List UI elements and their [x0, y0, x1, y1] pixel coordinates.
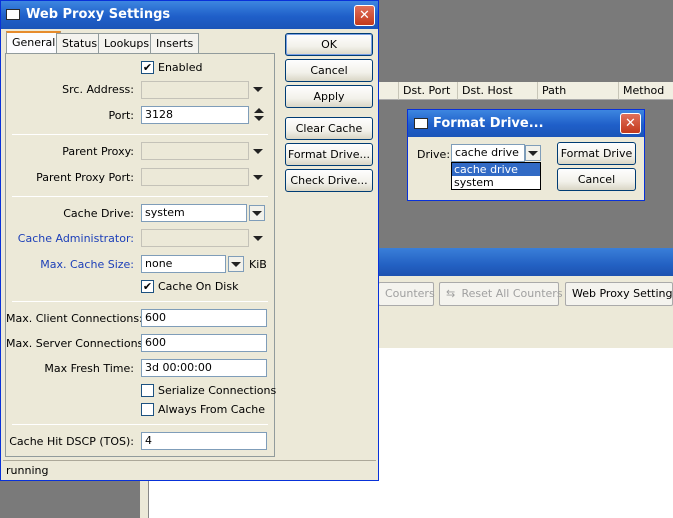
web-proxy-settings-window: Web Proxy Settings ✕ General Status Look…: [0, 0, 379, 481]
max-fresh-time-label: Max Fresh Time:: [44, 362, 134, 375]
cache-drive-select[interactable]: system: [141, 204, 247, 222]
format-drive-button[interactable]: Format Drive...: [285, 143, 373, 166]
tab-lookups[interactable]: Lookups: [98, 33, 156, 53]
cache-administrator-label[interactable]: Cache Administrator:: [6, 232, 134, 245]
max-fresh-time-field[interactable]: 3d 00:00:00: [141, 359, 267, 377]
settings-window-title: Web Proxy Settings: [26, 7, 171, 22]
port-label: Port:: [108, 109, 134, 122]
settings-title-bar[interactable]: Web Proxy Settings ✕: [1, 1, 378, 29]
enabled-checkbox[interactable]: ✔: [141, 61, 154, 74]
max-client-connections-label: Max. Client Connections:: [6, 312, 143, 325]
reset-icon: ⇆: [446, 287, 456, 300]
format-cancel-button[interactable]: Cancel: [557, 168, 636, 191]
src-address-label: Src. Address:: [62, 83, 134, 96]
serialize-connections-checkbox[interactable]: [141, 384, 154, 397]
kib-unit-label: KiB: [249, 258, 267, 271]
chevron-down-icon[interactable]: [253, 175, 263, 180]
drive-option-cache-drive[interactable]: cache drive: [452, 163, 540, 176]
apply-button[interactable]: Apply: [285, 85, 373, 108]
always-from-cache-label: Always From Cache: [158, 403, 266, 416]
column-header-path[interactable]: Path: [538, 82, 619, 100]
cache-hit-dscp-field[interactable]: 4: [141, 432, 267, 450]
chevron-down-icon[interactable]: [228, 256, 244, 272]
divider: [12, 301, 268, 302]
cache-hit-dscp-label: Cache Hit DSCP (TOS):: [9, 435, 134, 448]
status-text: running: [6, 464, 49, 477]
cache-on-disk-checkbox[interactable]: ✔: [141, 280, 154, 293]
port-spinner-icon[interactable]: [253, 106, 265, 124]
parent-proxy-label: Parent Proxy:: [62, 145, 134, 158]
format-drive-dialog: Format Drive... ✕ Drive: cache drive cac…: [407, 109, 645, 201]
chevron-down-icon[interactable]: [249, 205, 265, 221]
parent-proxy-field[interactable]: [141, 142, 249, 160]
cache-administrator-field[interactable]: [141, 229, 249, 247]
reset-counters-button[interactable]: Counters: [378, 282, 435, 306]
divider: [12, 196, 268, 197]
max-server-connections-label: Max. Server Connections:: [6, 337, 147, 350]
cancel-button[interactable]: Cancel: [285, 59, 373, 82]
column-header-dst-port[interactable]: Dst. Port: [399, 82, 458, 100]
column-header-dst-host[interactable]: Dst. Host: [458, 82, 538, 100]
port-field[interactable]: 3128: [141, 106, 249, 124]
max-cache-size-select[interactable]: none: [141, 255, 226, 273]
serialize-connections-label: Serialize Connections: [158, 384, 277, 397]
divider: [12, 134, 268, 135]
drive-label: Drive:: [417, 148, 451, 161]
tab-status[interactable]: Status: [56, 33, 104, 53]
web-proxy-settings-button[interactable]: Web Proxy Settings: [565, 282, 673, 306]
src-address-field[interactable]: [141, 81, 249, 99]
general-tab-panel: ✔ Enabled Src. Address: Port: 3128 Paren…: [5, 53, 277, 457]
format-drive-confirm-button[interactable]: Format Drive: [557, 142, 636, 165]
close-icon[interactable]: ✕: [620, 113, 641, 134]
drive-options-list: cache drive system: [451, 162, 541, 190]
format-dialog-title-bar[interactable]: Format Drive... ✕: [408, 110, 644, 137]
enabled-label: Enabled: [158, 61, 203, 74]
check-drive-button[interactable]: Check Drive...: [285, 169, 373, 192]
format-dialog-title: Format Drive...: [433, 116, 544, 131]
tab-inserts[interactable]: Inserts: [150, 33, 200, 53]
clear-cache-button[interactable]: Clear Cache: [285, 117, 373, 140]
cache-on-disk-label: Cache On Disk: [158, 280, 239, 293]
chevron-down-icon[interactable]: [253, 87, 263, 92]
column-header-method[interactable]: Method: [619, 82, 673, 100]
max-cache-size-label[interactable]: Max. Cache Size:: [6, 258, 134, 271]
reset-all-counters-button[interactable]: ⇆ Reset All Counters: [439, 282, 563, 306]
chevron-down-icon[interactable]: [253, 236, 263, 241]
status-bar: running: [3, 460, 376, 479]
cache-drive-label: Cache Drive:: [63, 207, 134, 220]
always-from-cache-checkbox[interactable]: [141, 403, 154, 416]
chevron-down-icon[interactable]: [525, 145, 541, 161]
drive-select[interactable]: cache drive: [451, 144, 525, 162]
chevron-down-icon[interactable]: [253, 149, 263, 154]
window-icon: [6, 9, 20, 20]
max-client-connections-field[interactable]: 600: [141, 309, 267, 327]
ok-button[interactable]: OK: [285, 33, 373, 56]
drive-option-system[interactable]: system: [452, 176, 540, 189]
tab-general[interactable]: General: [6, 31, 62, 54]
max-server-connections-field[interactable]: 600: [141, 334, 267, 352]
close-icon[interactable]: ✕: [354, 5, 375, 26]
parent-proxy-port-field[interactable]: [141, 168, 249, 186]
window-icon: [414, 118, 428, 129]
divider: [12, 424, 268, 425]
parent-proxy-port-label: Parent Proxy Port:: [36, 171, 134, 184]
